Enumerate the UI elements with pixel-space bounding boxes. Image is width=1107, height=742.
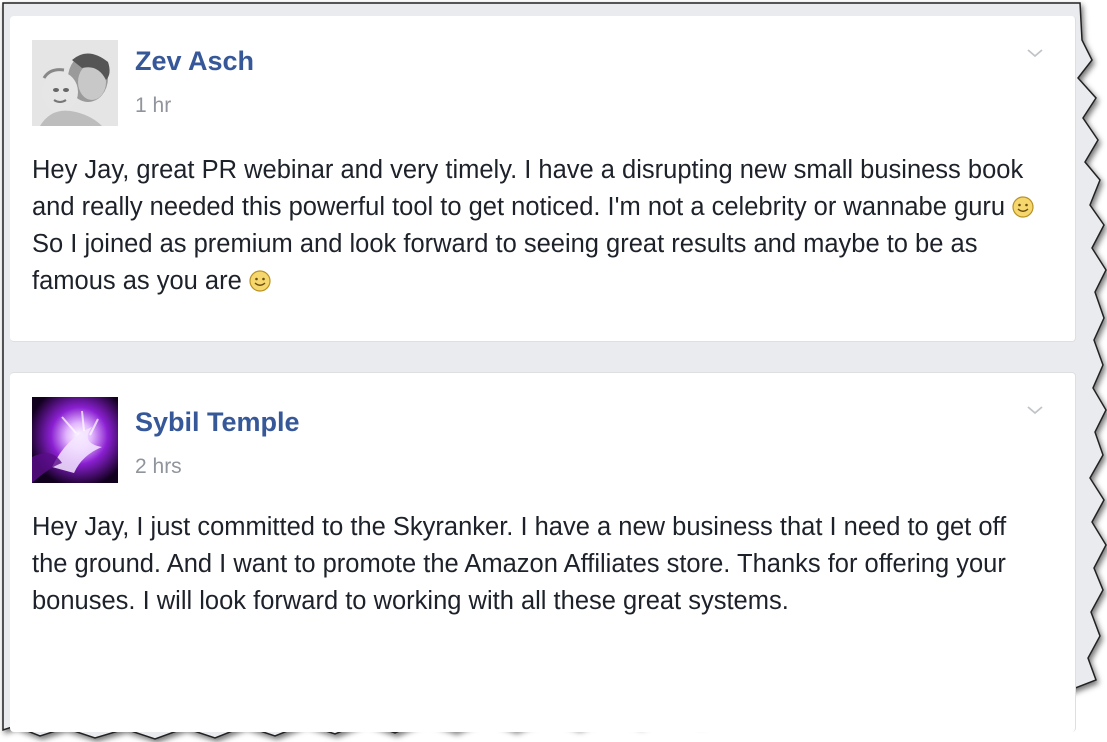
feed-post: Sybil Temple 2 hrs Hey Jay, I just commi… — [10, 372, 1076, 732]
author-name-link[interactable]: Sybil Temple — [135, 407, 300, 438]
post-timestamp[interactable]: 2 hrs — [135, 455, 182, 479]
profile-photo-icon — [32, 40, 118, 126]
post-text-part: Hey Jay, great PR webinar and very timel… — [32, 156, 1024, 221]
post-timestamp[interactable]: 1 hr — [135, 94, 171, 118]
post-text: Hey Jay, I just committed to the Skyrank… — [32, 513, 1007, 615]
chevron-down-icon[interactable] — [1025, 403, 1045, 417]
smiley-emoji-icon — [1012, 192, 1034, 218]
author-name-link[interactable]: Zev Asch — [135, 46, 254, 77]
post-text: Hey Jay, great PR webinar and very timel… — [32, 152, 1042, 300]
screenshot-stage: Zev Asch 1 hr Hey Jay, great PR webinar … — [0, 0, 1107, 742]
post-text-part: So I joined as premium and look forward … — [32, 230, 978, 295]
feed-post: Zev Asch 1 hr Hey Jay, great PR webinar … — [10, 16, 1076, 342]
chevron-down-icon[interactable] — [1025, 46, 1045, 60]
smiley-emoji-icon — [249, 266, 271, 292]
avatar[interactable] — [32, 40, 118, 126]
avatar[interactable] — [32, 397, 118, 483]
profile-photo-icon — [32, 397, 118, 483]
